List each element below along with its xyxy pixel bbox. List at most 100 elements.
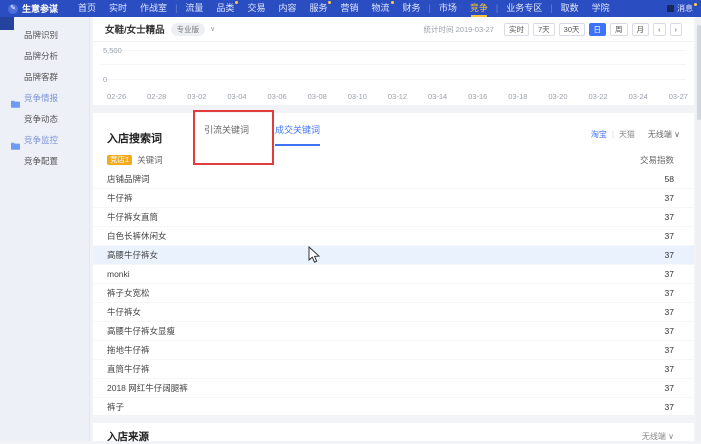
tmall-link[interactable]: 天猫 [619, 129, 635, 140]
notification-dot-icon [694, 3, 697, 6]
keyword-tab[interactable]: 成交关键词 [275, 123, 320, 146]
sidebar-item[interactable]: 品牌分析 [0, 46, 89, 67]
sidebar-item[interactable]: 竞争动态 [0, 109, 89, 130]
x-axis-label: 03-22 [589, 92, 608, 101]
table-row[interactable]: 店铺品牌词 58 [93, 170, 694, 189]
table-row[interactable]: 高腰牛仔裤女 37 [93, 246, 694, 265]
table-row[interactable]: 牛仔裤女 37 [93, 303, 694, 322]
table-row[interactable]: 直筒牛仔裤 37 [93, 360, 694, 379]
x-axis: 02-26 02-28 03-02 03-04 03-06 03-08 03-1… [107, 92, 688, 101]
channel-filter: 淘宝 | 天猫 无线端 ∨ [591, 129, 680, 146]
nav-item[interactable]: 取数 [561, 0, 579, 17]
nav-item[interactable]: 市场 [439, 0, 457, 17]
nav-item[interactable]: 首页 [78, 0, 96, 17]
taobao-link[interactable]: 淘宝 [591, 129, 607, 140]
app-brand[interactable]: ✎ 生意参谋 [8, 2, 58, 15]
scrollbar-track[interactable] [696, 17, 701, 441]
device-dropdown[interactable]: 无线端 ∨ [648, 129, 680, 140]
period-button[interactable]: 日 [589, 23, 607, 36]
sidebar-item-label: 竞争监控 [24, 135, 58, 145]
version-badge: 专业版 [171, 23, 206, 36]
range-button[interactable]: 7天 [533, 23, 555, 36]
keyword-cell: 高腰牛仔裤女 [107, 249, 158, 261]
prev-arrow-button[interactable]: ‹ [653, 23, 666, 36]
table-row[interactable]: 2018 网红牛仔阔腿裤 37 [93, 379, 694, 398]
x-axis-label: 03-18 [508, 92, 527, 101]
category-name: 女鞋/女士精品 [105, 22, 165, 36]
nav-item[interactable]: 流量 [185, 0, 203, 17]
keyword-cell: 白色长裤休闲女 [107, 230, 167, 242]
gridline [101, 64, 686, 65]
value-cell: 58 [665, 174, 674, 184]
sidebar-item[interactable]: 竞争配置 [0, 151, 89, 172]
x-axis-label: 02-28 [147, 92, 166, 101]
table-row[interactable]: 裤子 37 [93, 398, 694, 417]
sidebar-collapse-stub[interactable] [0, 17, 14, 30]
nav-item[interactable]: 业务专区 [506, 0, 542, 17]
period-button[interactable]: 周 [610, 23, 628, 36]
chart-controls: 统计时间 2019-03-27 实时 7天 30天 日 周 [424, 23, 682, 36]
nav-item[interactable]: 作战室 [140, 0, 167, 17]
keyword-tab[interactable]: 引流关键词 [204, 123, 249, 146]
value-cell: 37 [665, 250, 674, 260]
range-button[interactable]: 实时 [504, 23, 529, 36]
table-row[interactable]: 裤子女宽松 37 [93, 284, 694, 303]
nav-item[interactable]: | [175, 0, 177, 17]
keyword-cell: 牛仔裤女 [107, 306, 141, 318]
panel-title: 入店搜索词 [107, 130, 162, 146]
table-row[interactable]: 牛仔裤女直筒 37 [93, 208, 694, 227]
nav-item[interactable]: 物流 [372, 0, 390, 17]
table-row[interactable]: monki 37 [93, 265, 694, 284]
value-cell: 37 [665, 288, 674, 298]
scrollbar-thumb[interactable] [697, 25, 701, 120]
table-row[interactable]: 牛仔裤 37 [93, 189, 694, 208]
sidebar-item[interactable]: 品牌客群 [0, 67, 89, 88]
nav-item[interactable]: | [550, 0, 552, 17]
search-panel-header: 入店搜索词 引流关键词 成交关键词 淘宝 | 天猫 无线端 ∨ [93, 113, 694, 146]
sidebar-item[interactable]: 竞争监控 [0, 130, 89, 151]
nav-item[interactable]: 竞争 [470, 0, 488, 17]
store-search-words-panel: 入店搜索词 引流关键词 成交关键词 淘宝 | 天猫 无线端 ∨ 竞店1 关键词 … [93, 113, 694, 415]
x-axis-label: 03-24 [629, 92, 648, 101]
value-cell: 37 [665, 193, 674, 203]
table-row[interactable]: 高腰牛仔裤女显瘦 37 [93, 322, 694, 341]
user-label: 消息 [677, 3, 693, 14]
gridline [101, 79, 686, 80]
keyword-cell: 2018 网红牛仔阔腿裤 [107, 382, 188, 394]
chevron-down-icon[interactable]: ∨ [210, 25, 215, 33]
nav-item[interactable]: 学院 [592, 0, 610, 17]
x-axis-label: 02-26 [107, 92, 126, 101]
keyword-cell: 裤子女宽松 [107, 287, 150, 299]
keyword-cell: 拖地牛仔裤 [107, 344, 150, 356]
nav-item[interactable]: 服务 [309, 0, 327, 17]
device-dropdown[interactable]: 无线端 ∨ [642, 431, 674, 442]
value-column-header: 交易指数 [640, 154, 674, 166]
value-cell: 37 [665, 383, 674, 393]
x-axis-label: 03-10 [348, 92, 367, 101]
period-button[interactable]: 月 [632, 23, 650, 36]
table-row[interactable]: 白色长裤休闲女 37 [93, 227, 694, 246]
range-button[interactable]: 30天 [559, 23, 585, 36]
nav-item[interactable]: 营销 [340, 0, 358, 17]
nav-item[interactable]: 财务 [403, 0, 421, 17]
keyword-cell: monki [107, 269, 130, 279]
nav-item[interactable]: 实时 [109, 0, 127, 17]
top-navbar: ✎ 生意参谋 首页 实时 作战室 | 流量 品类 交易 内容 服务 营销 物流 … [0, 0, 701, 17]
sidebar-item-label: 竞争情报 [24, 93, 58, 103]
value-cell: 37 [665, 307, 674, 317]
user-menu[interactable]: 消息 [667, 3, 693, 14]
sidebar-item[interactable]: 竞争情报 [0, 88, 89, 109]
nav-item[interactable]: | [429, 0, 431, 17]
x-axis-label: 03-27 [669, 92, 688, 101]
x-axis-label: 03-06 [268, 92, 287, 101]
value-cell: 37 [665, 269, 674, 279]
next-arrow-button[interactable]: › [670, 23, 683, 36]
nav-item[interactable]: 品类 [216, 0, 234, 17]
nav-item[interactable]: 交易 [247, 0, 265, 17]
keyword-cell: 牛仔裤女直筒 [107, 211, 158, 223]
nav-item[interactable]: 内容 [278, 0, 296, 17]
x-axis-label: 03-16 [468, 92, 487, 101]
nav-item[interactable]: | [496, 0, 498, 17]
trend-chart: 5,500 0 02-26 02-28 03-02 03-04 03-06 03… [93, 42, 694, 104]
table-row[interactable]: 拖地牛仔裤 37 [93, 341, 694, 360]
